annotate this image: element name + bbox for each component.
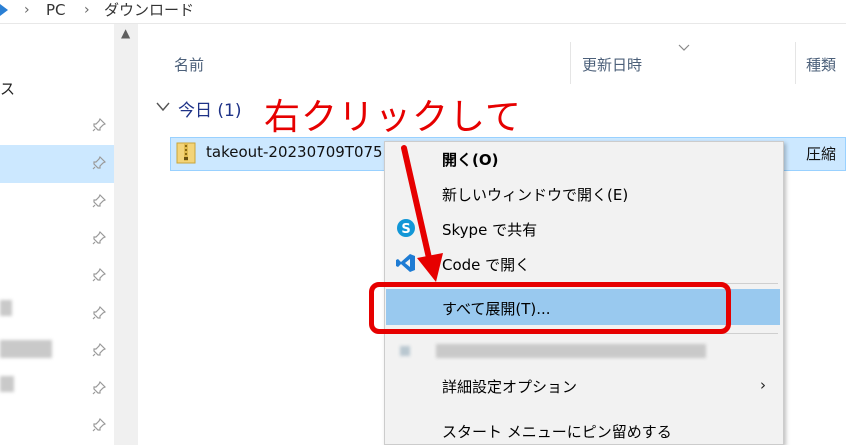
menu-item-pin-start[interactable]: スタート メニューにピン留めする (442, 421, 672, 442)
redacted-menu-item (436, 344, 706, 358)
menu-item-advanced-options[interactable]: 詳細設定オプション (442, 376, 577, 397)
nav-item-label[interactable]: ス (0, 78, 15, 99)
pin-icon[interactable] (92, 381, 106, 395)
file-type: 圧縮 (806, 145, 837, 163)
column-header-name[interactable]: 名前 (174, 54, 204, 75)
pin-icon[interactable] (92, 231, 106, 245)
zip-folder-icon (176, 142, 196, 164)
chevron-up-icon: ▲ (121, 26, 131, 40)
redacted-nav-item (0, 340, 52, 358)
menu-item-open-new-window[interactable]: 新しいウィンドウで開く(E) (442, 184, 628, 205)
annotation-highlight-box (369, 282, 731, 334)
skype-icon: S (397, 219, 415, 237)
nav-scrollbar[interactable] (114, 44, 138, 445)
svg-text:S: S (401, 222, 410, 237)
pin-icon[interactable] (92, 306, 106, 320)
redacted-nav-item (0, 376, 14, 392)
group-label: 今日 (1) (178, 101, 242, 121)
breadcrumb-separator-icon: › (84, 2, 90, 18)
menu-item-open[interactable]: 開く(O) (442, 149, 498, 170)
pin-icon[interactable] (92, 418, 106, 432)
file-name: takeout-20230709T075 (206, 143, 383, 161)
sort-chevron-icon (678, 44, 690, 51)
menu-item-code-open[interactable]: Code で開く (442, 254, 530, 275)
pin-icon[interactable] (92, 343, 106, 357)
breadcrumb-downloads[interactable]: ダウンロード (104, 0, 194, 20)
column-header-type[interactable]: 種類 (806, 54, 836, 75)
annotation-label: 右クリックして (264, 97, 522, 138)
redacted-menu-icon (400, 346, 410, 356)
pin-icon[interactable] (92, 118, 106, 132)
breadcrumb-separator-icon: › (24, 2, 30, 18)
pin-icon[interactable] (92, 268, 106, 282)
column-header-modified[interactable]: 更新日時 (582, 54, 642, 75)
pin-icon[interactable] (92, 194, 106, 208)
menu-item-skype-share[interactable]: Skype で共有 (442, 219, 537, 240)
scroll-up-button[interactable]: ▲ (114, 24, 138, 44)
pin-icon[interactable] (92, 156, 106, 170)
submenu-arrow-icon: › (760, 376, 766, 394)
breadcrumb-pc[interactable]: PC (46, 0, 66, 20)
column-divider[interactable] (570, 42, 571, 84)
redacted-nav-item (0, 300, 12, 316)
folder-nav-icon (0, 4, 8, 16)
vscode-icon (396, 254, 415, 272)
chevron-down-icon (156, 102, 170, 112)
column-divider[interactable] (795, 42, 796, 84)
address-bar[interactable]: › PC › ダウンロード (0, 0, 846, 24)
